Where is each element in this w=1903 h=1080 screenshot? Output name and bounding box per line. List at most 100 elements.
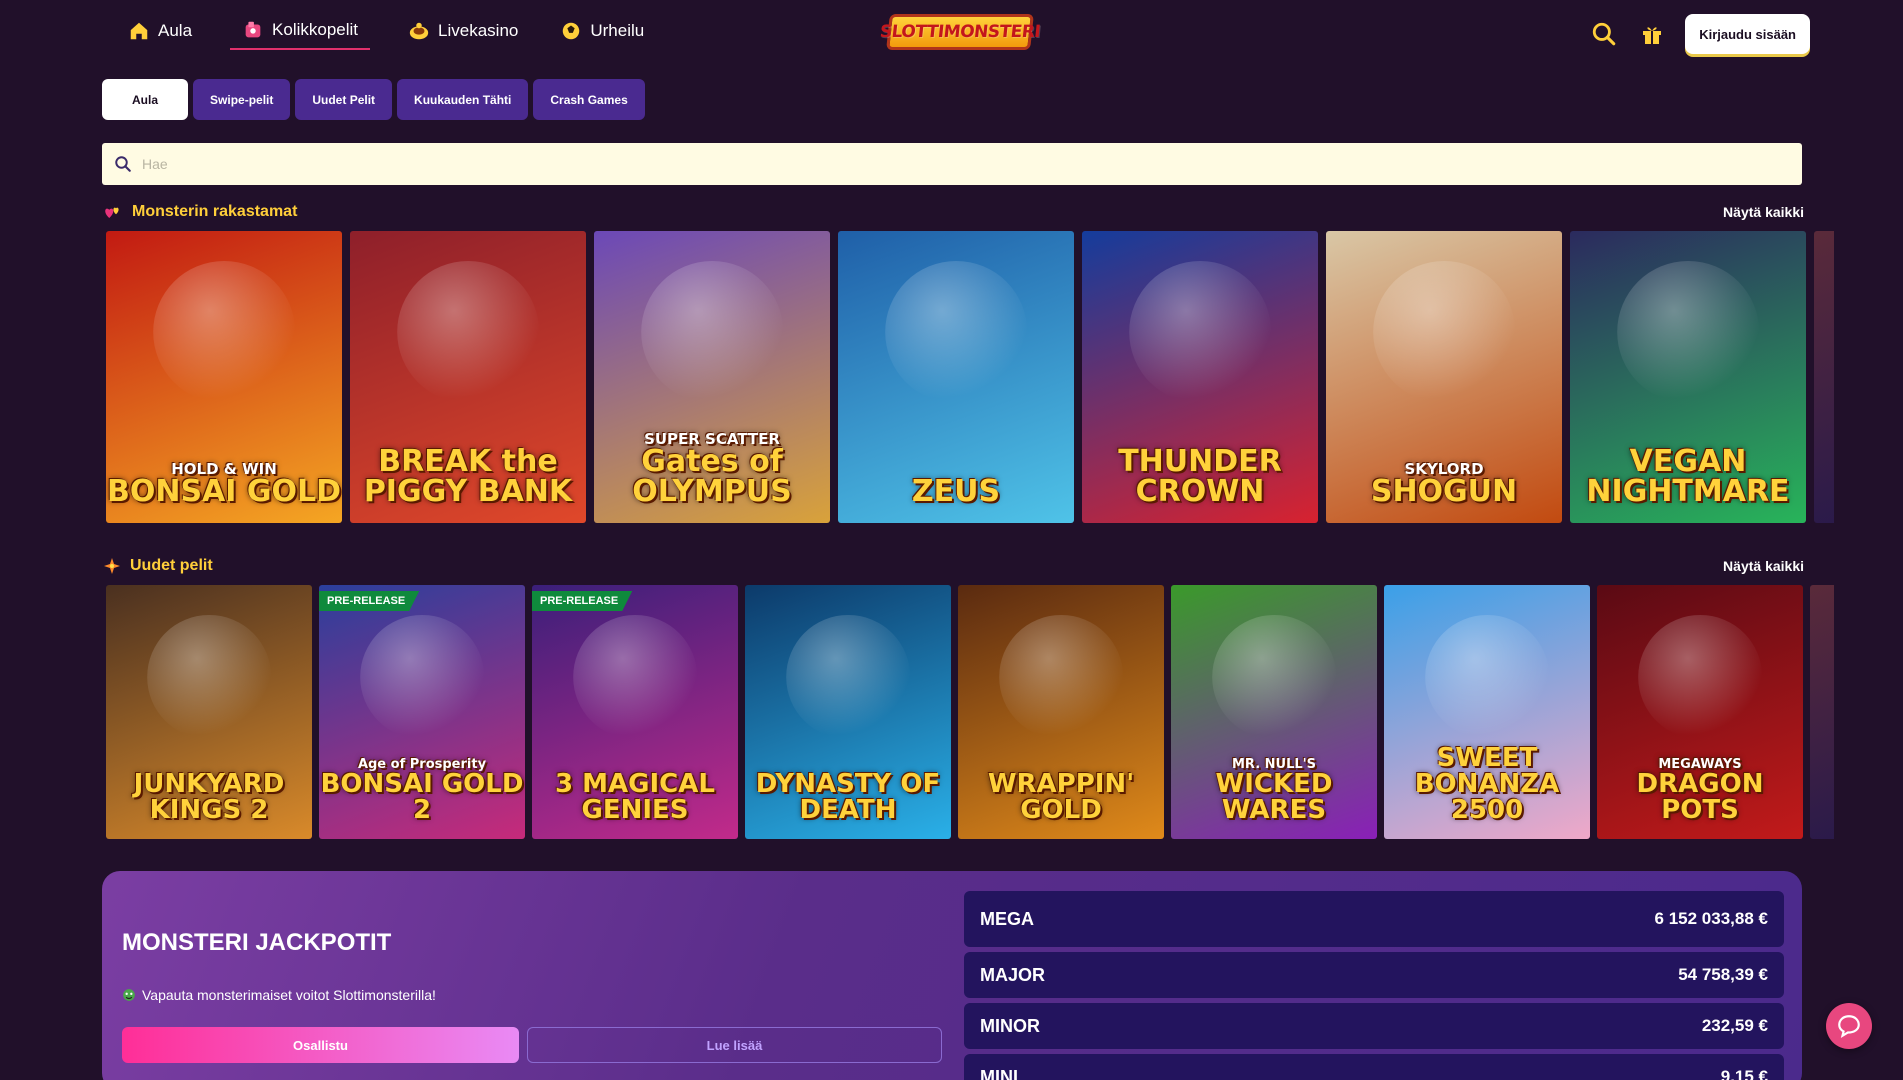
game-artwork <box>573 615 697 739</box>
game-card[interactable]: ZEUS <box>838 231 1074 523</box>
game-card-partial[interactable] <box>1810 585 1834 839</box>
game-card[interactable]: WRAPPIN' GOLD <box>958 585 1164 839</box>
home-icon <box>130 22 148 40</box>
game-title: WRAPPIN' GOLD <box>958 771 1164 823</box>
game-title: MR. NULL'S WICKED WARES <box>1171 758 1377 823</box>
game-title-text: BONSAI GOLD 2 <box>320 769 524 825</box>
tier-value: 6 152 033,88 € <box>1654 909 1768 928</box>
tier-name: MINOR <box>980 1015 1040 1036</box>
nav-links: Aula Kolikkopelit Livekasino Urheilu <box>124 12 682 50</box>
game-artwork <box>786 615 910 739</box>
game-card[interactable]: PRE-RELEASE Age of Prosperity BONSAI GOLD … <box>319 585 525 839</box>
tab-swipe-pelit[interactable]: Swipe-pelit <box>193 79 291 120</box>
game-title-text: DYNASTY OF DEATH <box>755 769 941 825</box>
game-card[interactable]: PRE-RELEASE 3 MAGICAL GENIES <box>532 585 738 839</box>
tab-crash-games[interactable]: Crash Games <box>533 79 645 120</box>
game-title-text: 3 MAGICAL GENIES <box>555 769 715 825</box>
game-title: 3 MAGICAL GENIES <box>532 771 738 823</box>
pre-release-badge: PRE-RELEASE <box>532 591 633 611</box>
game-card[interactable]: MEGAWAYS DRAGON POTS <box>1597 585 1803 839</box>
nav-link-kolikkopelit[interactable]: Kolikkopelit <box>230 12 371 50</box>
jackpot-tier-mini: MINI 9,15 € <box>964 1054 1784 1080</box>
game-card[interactable]: THUNDER CROWN <box>1082 231 1318 523</box>
game-card[interactable]: BREAK the PIGGY BANK <box>350 231 586 523</box>
slots-icon <box>245 21 261 38</box>
gift-icon <box>1643 27 1662 44</box>
game-title: SWEET BONANZA 2500 <box>1384 745 1590 823</box>
game-title-text: Gates of OLYMPUS <box>632 444 792 509</box>
game-card[interactable]: MR. NULL'S WICKED WARES <box>1171 585 1377 839</box>
monster-icon <box>123 989 135 1001</box>
search-bar <box>102 143 1802 185</box>
chat-button[interactable] <box>1826 1003 1872 1049</box>
favorites-section-header: Monsterin rakastamat Näytä kaikki <box>104 201 1804 223</box>
game-card[interactable]: DYNASTY OF DEATH <box>745 585 951 839</box>
game-artwork <box>1129 261 1271 403</box>
nav-link-aula[interactable]: Aula <box>124 12 196 50</box>
sparkle-icon <box>104 558 120 574</box>
game-title-text: BREAK the PIGGY BANK <box>363 444 573 509</box>
tab-uudet-pelit[interactable]: Uudet Pelit <box>295 79 393 120</box>
game-title-text: WRAPPIN' GOLD <box>987 769 1135 825</box>
search-input[interactable] <box>142 156 1742 172</box>
nav-link-label: Aula <box>158 21 193 40</box>
gift-button[interactable] <box>1637 19 1667 49</box>
game-card[interactable]: SKYLORD SHOGUN <box>1326 231 1562 523</box>
nav-link-urheilu[interactable]: Urheilu <box>556 12 648 50</box>
game-card[interactable]: JUNKYARD KINGS 2 <box>106 585 312 839</box>
game-title: Age of Prosperity BONSAI GOLD 2 <box>319 758 525 823</box>
jackpot-description: Vapauta monsterimaiset voitot Slottimons… <box>122 987 436 1003</box>
live-casino-icon <box>409 22 429 40</box>
game-artwork <box>153 261 295 403</box>
game-artwork <box>147 615 271 739</box>
jackpot-panel: MONSTERI JACKPOTIT Vapauta monsterimaise… <box>102 871 1802 1080</box>
game-title-text: SWEET BONANZA 2500 <box>1414 743 1560 825</box>
jackpot-description-text: Vapauta monsterimaiset voitot Slottimons… <box>142 987 436 1003</box>
search-icon <box>1593 22 1616 46</box>
tier-value: 9,15 € <box>1720 1067 1768 1080</box>
game-artwork <box>397 261 539 403</box>
read-more-button[interactable]: Lue lisää <box>527 1027 942 1063</box>
hearts-icon <box>105 207 119 218</box>
nav-link-label: Kolikkopelit <box>272 20 359 39</box>
chat-icon <box>1838 1015 1860 1039</box>
game-card[interactable]: VEGAN NIGHTMARE <box>1570 231 1806 523</box>
search-button[interactable] <box>1589 19 1619 49</box>
new-games-see-all-link[interactable]: Näytä kaikki <box>1723 558 1804 574</box>
jackpot-tier-minor: MINOR 232,59 € <box>964 1003 1784 1049</box>
jackpot-tier-mega: MEGA 6 152 033,88 € <box>964 891 1784 947</box>
pre-release-badge: PRE-RELEASE <box>319 591 420 611</box>
game-title: SUPER SCATTER Gates of OLYMPUS <box>594 432 830 507</box>
game-title: JUNKYARD KINGS 2 <box>106 771 312 823</box>
game-title-text: BONSAI GOLD <box>106 474 342 509</box>
site-logo[interactable]: SLOTTIMONSTERI <box>879 14 1041 50</box>
game-title: HOLD & WIN BONSAI GOLD <box>107 462 341 507</box>
new-games-title: Uudet pelit <box>130 557 213 574</box>
tier-name: MAJOR <box>980 964 1046 985</box>
new-games-row: JUNKYARD KINGS 2 PRE-RELEASE Age of Prospe… <box>106 585 1834 839</box>
favorites-see-all-link[interactable]: Näytä kaikki <box>1723 204 1804 220</box>
game-title: DYNASTY OF DEATH <box>745 771 951 823</box>
tier-value: 232,59 € <box>1701 1016 1768 1035</box>
game-card[interactable]: SUPER SCATTER Gates of OLYMPUS <box>594 231 830 523</box>
game-title-text: SHOGUN <box>1370 474 1518 509</box>
join-jackpot-button[interactable]: Osallistu <box>122 1027 519 1063</box>
jackpot-title: MONSTERI JACKPOTIT <box>122 929 392 956</box>
game-title-text: VEGAN NIGHTMARE <box>1586 444 1790 509</box>
category-tabs: Aula Swipe-pelit Uudet Pelit Kuukauden T… <box>102 79 645 120</box>
top-navigation: Aula Kolikkopelit Livekasino Urheilu SLO… <box>0 0 1903 62</box>
game-card-partial[interactable] <box>1814 231 1834 523</box>
section-title: Uudet pelit <box>104 557 213 575</box>
new-games-section-header: Uudet pelit Näytä kaikki <box>104 555 1804 577</box>
game-card[interactable]: HOLD & WIN BONSAI GOLD <box>106 231 342 523</box>
tier-name: MEGA <box>980 908 1034 929</box>
game-title-text: WICKED WARES <box>1215 769 1333 825</box>
login-button[interactable]: Kirjaudu sisään <box>1685 14 1810 54</box>
nav-link-livekasino[interactable]: Livekasino <box>404 12 522 50</box>
tier-value: 54 758,39 € <box>1678 965 1768 984</box>
game-card[interactable]: SWEET BONANZA 2500 <box>1384 585 1590 839</box>
tab-kuukauden-tahti[interactable]: Kuukauden Tähti <box>397 79 529 120</box>
game-artwork <box>885 261 1027 403</box>
tab-aula[interactable]: Aula <box>102 79 189 120</box>
game-artwork <box>360 615 484 739</box>
